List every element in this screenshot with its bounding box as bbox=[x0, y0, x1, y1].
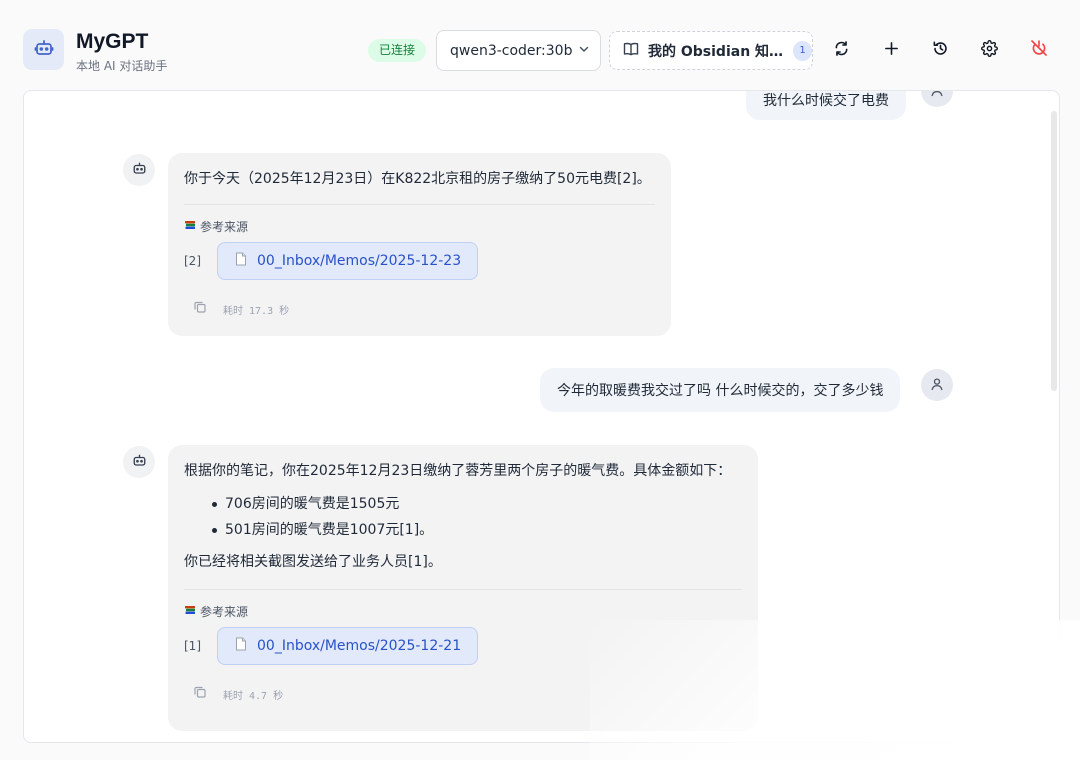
assistant-message: 你于今天（2025年12月23日）在K822北京租的房子缴纳了50元电费[2]。… bbox=[168, 153, 671, 336]
knowledge-base-select[interactable]: 我的 Obsidian 知… 1 bbox=[609, 31, 813, 70]
source-index: [2] bbox=[184, 254, 201, 268]
knowledge-base-label: 我的 Obsidian 知… bbox=[648, 43, 784, 60]
source-link[interactable]: 00_Inbox/Memos/2025-12-23 bbox=[217, 242, 479, 280]
scrollbar[interactable] bbox=[1051, 111, 1057, 391]
copy-button[interactable] bbox=[187, 296, 213, 322]
robot-icon bbox=[132, 161, 147, 180]
chat-panel: 我什么时候交了电费 你于今天（2025年12月23日）在K822北京租的房子缴纳… bbox=[23, 90, 1060, 743]
sources-label: 参考来源 bbox=[200, 605, 249, 619]
avatar bbox=[123, 446, 155, 478]
sources-section: 参考来源 bbox=[184, 218, 655, 235]
sources-section: 参考来源 bbox=[184, 603, 742, 620]
connection-status-badge: 已连接 bbox=[368, 39, 427, 62]
message-text: 我什么时候交了电费 bbox=[763, 92, 889, 109]
refresh-icon bbox=[833, 40, 850, 61]
bullet-list: 706房间的暖气费是1505元 501房间的暖气费是1007元[1]。 bbox=[184, 494, 742, 540]
robot-icon bbox=[132, 453, 147, 472]
document-icon bbox=[235, 637, 247, 655]
message-text: 今年的取暖费我交过了吗 什么时候交的，交了多少钱 bbox=[557, 383, 884, 399]
robot-icon bbox=[34, 38, 54, 62]
list-item: 501房间的暖气费是1007元[1]。 bbox=[184, 520, 742, 540]
list-item-text: 501房间的暖气费是1007元[1]。 bbox=[225, 522, 434, 538]
copy-button[interactable] bbox=[187, 681, 213, 707]
source-link[interactable]: 00_Inbox/Memos/2025-12-21 bbox=[217, 627, 479, 665]
books-icon bbox=[184, 219, 196, 234]
plus-icon bbox=[884, 41, 899, 60]
response-time: 耗时 17.3 秒 bbox=[223, 305, 290, 317]
books-icon bbox=[184, 604, 196, 619]
message-meta: 耗时 17.3 秒 bbox=[184, 296, 655, 322]
message-text: 你于今天（2025年12月23日）在K822北京租的房子缴纳了50元电费[2]。 bbox=[184, 171, 651, 187]
avatar bbox=[123, 154, 155, 186]
divider bbox=[184, 589, 742, 590]
disconnect-button[interactable] bbox=[1024, 35, 1054, 65]
model-select-value: qwen3-coder:30b bbox=[450, 42, 573, 59]
app-subtitle: 本地 AI 对话助手 bbox=[76, 59, 168, 73]
history-icon bbox=[932, 40, 949, 61]
message-meta: 耗时 4.7 秒 bbox=[184, 681, 742, 707]
model-select[interactable]: qwen3-coder:30b bbox=[436, 30, 601, 71]
history-button[interactable] bbox=[925, 35, 955, 65]
list-item-text: 706房间的暖气费是1505元 bbox=[225, 496, 400, 512]
sources-label: 参考来源 bbox=[200, 220, 249, 234]
bullet-dot bbox=[212, 501, 217, 507]
gear-icon bbox=[980, 39, 998, 61]
copy-icon bbox=[193, 300, 207, 318]
avatar bbox=[921, 91, 953, 107]
source-index: [1] bbox=[184, 639, 201, 653]
power-off-icon bbox=[1030, 39, 1048, 61]
app-title: MyGPT bbox=[76, 30, 149, 53]
new-chat-button[interactable] bbox=[876, 35, 906, 65]
divider bbox=[184, 204, 655, 205]
document-icon bbox=[235, 252, 247, 270]
assistant-message: 根据你的笔记，你在2025年12月23日缴纳了蓉芳里两个房子的暖气费。具体金额如… bbox=[168, 445, 758, 731]
user-icon bbox=[930, 376, 944, 395]
knowledge-base-count-badge: 1 bbox=[793, 40, 812, 61]
message-text: 你已经将相关截图发送给了业务人员[1]。 bbox=[184, 554, 442, 570]
bullet-dot bbox=[212, 527, 217, 533]
message-text: 根据你的笔记，你在2025年12月23日缴纳了蓉芳里两个房子的暖气费。具体金额如… bbox=[184, 463, 732, 479]
user-message: 我什么时候交了电费 bbox=[746, 91, 906, 120]
source-title: 00_Inbox/Memos/2025-12-23 bbox=[257, 253, 462, 269]
book-icon bbox=[623, 41, 639, 61]
source-row: [2] 00_Inbox/Memos/2025-12-23 bbox=[184, 242, 655, 280]
response-time: 耗时 4.7 秒 bbox=[223, 690, 284, 702]
copy-icon bbox=[193, 685, 207, 703]
settings-button[interactable] bbox=[974, 35, 1004, 65]
list-item: 706房间的暖气费是1505元 bbox=[184, 494, 742, 514]
app-logo bbox=[23, 29, 64, 70]
chevron-down-icon bbox=[578, 43, 590, 59]
avatar bbox=[921, 369, 953, 401]
app-header: MyGPT 本地 AI 对话助手 已连接 qwen3-coder:30b 我的 … bbox=[0, 0, 1080, 90]
source-row: [1] 00_Inbox/Memos/2025-12-21 bbox=[184, 627, 742, 665]
source-title: 00_Inbox/Memos/2025-12-21 bbox=[257, 638, 462, 654]
user-message: 今年的取暖费我交过了吗 什么时候交的，交了多少钱 bbox=[540, 368, 901, 412]
user-icon bbox=[930, 91, 944, 101]
refresh-button[interactable] bbox=[826, 35, 856, 65]
